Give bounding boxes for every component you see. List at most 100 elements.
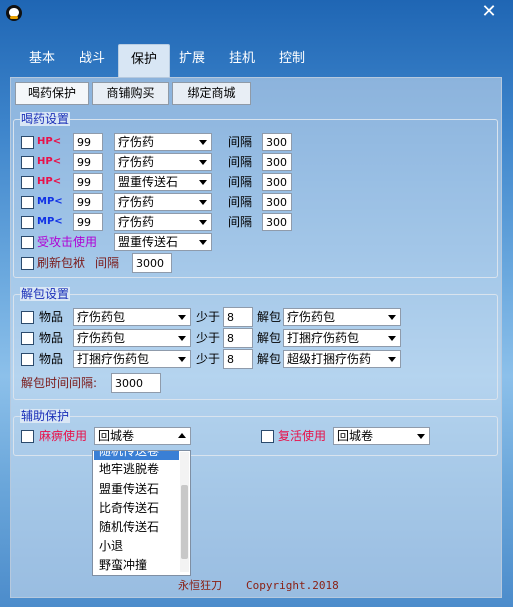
interval-label: 间隔: [228, 135, 253, 149]
unpack-row-checkbox[interactable]: [21, 311, 34, 324]
unpack-item-select[interactable]: 疗伤药包: [73, 308, 191, 326]
interval-input[interactable]: 300: [262, 213, 292, 231]
title-bar: ✕: [0, 0, 513, 26]
author-text: 永恒狂刀: [178, 579, 222, 592]
penguin-app-icon: [6, 5, 22, 21]
unpack-result-select[interactable]: 打捆疗伤药包: [283, 329, 401, 347]
interval-label: 间隔: [228, 195, 253, 209]
hp-threshold-label: HP<: [37, 176, 62, 187]
hp-threshold-input[interactable]: 99: [73, 173, 103, 191]
interval-input[interactable]: 300: [262, 193, 292, 211]
drink-row-checkbox[interactable]: [21, 176, 34, 189]
potion-select-value: 疗伤药: [118, 135, 155, 149]
protect-panel: 喝药保护 商铺购买 绑定商城 喝药设置 HP< 99 疗伤药 间隔 300 HP…: [10, 77, 502, 598]
unpack-result-select[interactable]: 超级打捆疗伤药: [283, 350, 401, 368]
unpack-label: 解包: [257, 352, 282, 366]
revive-label: 复活使用: [278, 429, 327, 443]
drink-settings-group: 喝药设置 HP< 99 疗伤药 间隔 300 HP< 99 疗伤药 间隔 300…: [13, 112, 498, 278]
subtab-bound-mall[interactable]: 绑定商城: [172, 82, 251, 105]
interval-label: 间隔: [228, 175, 253, 189]
refresh-checkbox[interactable]: [21, 257, 34, 270]
item-label: 物品: [39, 352, 64, 366]
unpack-settings-group: 解包设置 物品 疗伤药包 少于 8 解包 疗伤药包 物品 疗伤药包 少于 8 解…: [13, 287, 498, 400]
unpack-settings-legend: 解包设置: [20, 287, 71, 301]
mp-threshold-input[interactable]: 99: [73, 213, 103, 231]
unpack-row: 物品 疗伤药包 少于 8 解包 打捆疗伤药包: [21, 328, 491, 348]
chevron-down-icon: [417, 434, 425, 439]
item-label: 物品: [39, 310, 64, 324]
subtab-drink-protect[interactable]: 喝药保护: [15, 82, 89, 105]
interval-input[interactable]: 300: [262, 153, 292, 171]
drink-row: MP< 99 疗伤药 间隔 300: [21, 192, 491, 212]
potion-select-value: 疗伤药: [118, 195, 155, 209]
hp-threshold-input[interactable]: 99: [73, 133, 103, 151]
close-button[interactable]: ✕: [479, 2, 499, 22]
tab-combat[interactable]: 战斗: [62, 44, 122, 76]
refresh-label: 刷新包袱: [37, 256, 86, 270]
dropdown-item[interactable]: 小退: [99, 537, 123, 555]
revive-item-value: 回城卷: [337, 429, 374, 443]
chevron-down-icon: [199, 180, 207, 185]
subtab-shop-buy[interactable]: 商铺购买: [92, 82, 169, 105]
tab-control[interactable]: 控制: [268, 44, 316, 76]
drink-settings-legend: 喝药设置: [20, 112, 71, 126]
hp-threshold-input[interactable]: 99: [73, 153, 103, 171]
less-than-label: 少于: [196, 310, 221, 324]
drink-row-checkbox[interactable]: [21, 136, 34, 149]
refresh-interval-input[interactable]: 3000: [132, 253, 172, 273]
dropdown-item[interactable]: 野蛮冲撞: [99, 556, 147, 574]
unpack-row-checkbox[interactable]: [21, 353, 34, 366]
dropdown-item[interactable]: 地牢逃脱卷: [99, 460, 159, 478]
app-window: ✕ 基本 战斗 保护 扩展 挂机 控制 喝药保护 商铺购买 绑定商城 喝药设置 …: [0, 0, 513, 607]
unpack-count-input[interactable]: 8: [223, 307, 253, 327]
paralysis-checkbox[interactable]: [21, 430, 34, 443]
tab-protect[interactable]: 保护: [118, 44, 170, 77]
interval-input[interactable]: 300: [262, 173, 292, 191]
drink-row-checkbox[interactable]: [21, 156, 34, 169]
refresh-row: 刷新包袱 间隔 3000: [21, 253, 491, 273]
potion-select[interactable]: 疗伤药: [114, 153, 212, 171]
drink-row-checkbox[interactable]: [21, 196, 34, 209]
chevron-down-icon: [199, 200, 207, 205]
attacked-row: 受攻击使用 盟重传送石: [21, 232, 491, 252]
dropdown-item[interactable]: 比奇传送石: [99, 499, 159, 517]
unpack-count-input[interactable]: 8: [223, 328, 253, 348]
potion-select[interactable]: 疗伤药: [114, 133, 212, 151]
revive-checkbox[interactable]: [261, 430, 274, 443]
dropdown-item[interactable]: 盟重传送石: [99, 480, 159, 498]
tab-afk[interactable]: 挂机: [216, 44, 268, 76]
chevron-down-icon: [178, 315, 186, 320]
chevron-down-icon: [388, 357, 396, 362]
unpack-item-select[interactable]: 疗伤药包: [73, 329, 191, 347]
chevron-down-icon: [388, 315, 396, 320]
interval-input[interactable]: 300: [262, 133, 292, 151]
chevron-down-icon: [178, 336, 186, 341]
potion-select[interactable]: 疗伤药: [114, 213, 212, 231]
potion-select[interactable]: 盟重传送石: [114, 173, 212, 191]
hp-threshold-label: HP<: [37, 156, 62, 167]
revive-item-select[interactable]: 回城卷: [333, 427, 430, 445]
dropdown-scrollbar[interactable]: [180, 452, 189, 572]
paralysis-item-select[interactable]: 回城卷: [94, 427, 191, 445]
dropdown-scroll-thumb[interactable]: [181, 485, 188, 559]
unpack-row-checkbox[interactable]: [21, 332, 34, 345]
unpack-result-value: 疗伤药包: [287, 310, 336, 324]
tab-extend[interactable]: 扩展: [166, 44, 218, 76]
unpack-count-input[interactable]: 8: [223, 349, 253, 369]
unpack-interval-input[interactable]: 3000: [111, 373, 161, 393]
dropdown-item[interactable]: 随机传送卷: [94, 451, 179, 460]
potion-select-value: 疗伤药: [118, 155, 155, 169]
attacked-checkbox[interactable]: [21, 236, 34, 249]
potion-select[interactable]: 疗伤药: [114, 193, 212, 211]
dropdown-item[interactable]: 随机传送石: [99, 518, 159, 536]
chevron-up-icon: [178, 433, 186, 438]
drink-row-checkbox[interactable]: [21, 216, 34, 229]
attacked-item-select[interactable]: 盟重传送石: [114, 233, 212, 251]
unpack-item-select[interactable]: 打捆疗伤药包: [73, 350, 191, 368]
unpack-result-select[interactable]: 疗伤药包: [283, 308, 401, 326]
unpack-label: 解包: [257, 331, 282, 345]
unpack-interval-row: 解包时间间隔: 3000: [21, 373, 491, 393]
mp-threshold-input[interactable]: 99: [73, 193, 103, 211]
mp-threshold-label: MP<: [37, 196, 63, 207]
assist-protect-legend: 辅助保护: [20, 409, 71, 423]
